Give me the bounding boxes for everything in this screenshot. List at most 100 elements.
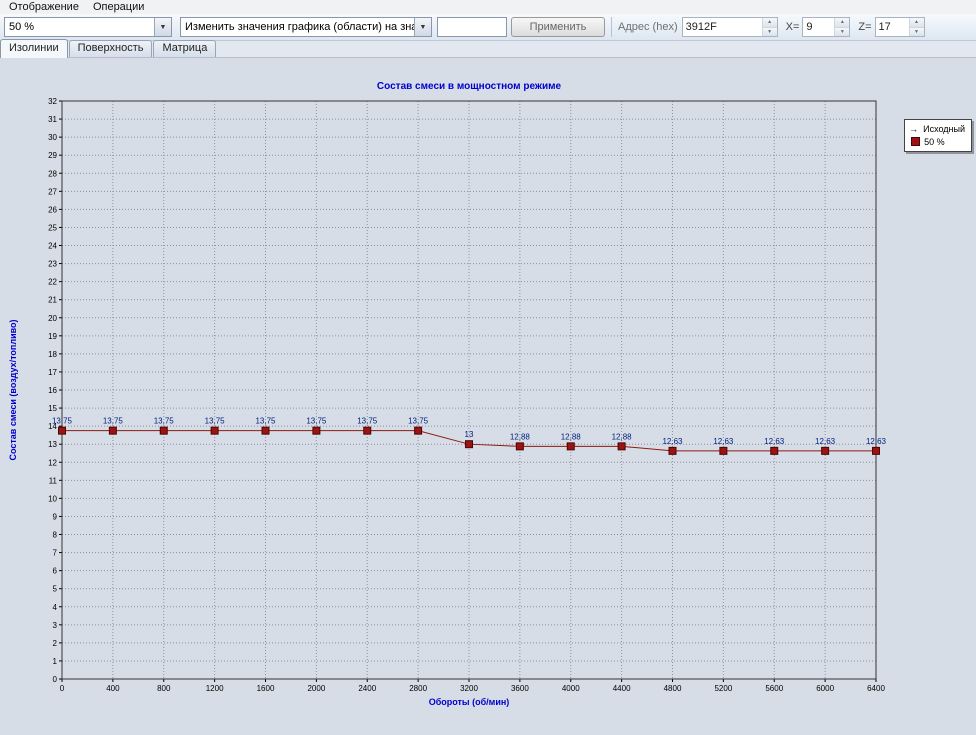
- data-point-label: 12,63: [764, 437, 785, 446]
- x-spinner[interactable]: ▲▼: [834, 18, 849, 36]
- chart-canvas[interactable]: 0400800120016002000240028003200360040004…: [0, 58, 976, 735]
- y-tick-label: 3: [53, 621, 58, 630]
- y-tick-label: 26: [48, 205, 57, 214]
- spin-down-icon[interactable]: ▼: [763, 28, 777, 37]
- menu-operations[interactable]: Операции: [86, 1, 151, 13]
- x-tick-label: 2000: [307, 684, 325, 693]
- chart-region: 0400800120016002000240028003200360040004…: [0, 58, 976, 735]
- y-tick-label: 13: [48, 440, 57, 449]
- y-tick-label: 2: [53, 639, 58, 648]
- square-marker-icon: [911, 137, 920, 146]
- y-tick-label: 21: [48, 296, 57, 305]
- percent-select[interactable]: 50 % ▼: [4, 17, 172, 37]
- data-point-label: 13,75: [103, 417, 124, 426]
- tab-surface[interactable]: Поверхность: [69, 40, 153, 57]
- x-tick-label: 3200: [460, 684, 478, 693]
- data-point-label: 13,75: [306, 417, 327, 426]
- z-spinner[interactable]: ▲▼: [909, 18, 924, 36]
- data-point[interactable]: [160, 427, 167, 434]
- spin-down-icon[interactable]: ▼: [910, 28, 924, 37]
- x-tick-label: 800: [157, 684, 171, 693]
- data-point[interactable]: [313, 427, 320, 434]
- x-tick-label: 0: [60, 684, 65, 693]
- data-point-label: 12,63: [866, 437, 887, 446]
- data-point-label: 12,88: [510, 432, 531, 441]
- data-point[interactable]: [618, 443, 625, 450]
- tabstrip: Изолинии Поверхность Матрица: [0, 41, 976, 58]
- data-point-label: 13,75: [205, 417, 226, 426]
- data-point-label: 13,75: [52, 417, 73, 426]
- data-point[interactable]: [364, 427, 371, 434]
- legend-item-50pct: 50 %: [909, 135, 965, 148]
- toolbar: 50 % ▼ Изменить значения графика (област…: [0, 14, 976, 41]
- data-point[interactable]: [59, 427, 66, 434]
- spin-up-icon[interactable]: ▲: [763, 18, 777, 28]
- data-point[interactable]: [516, 443, 523, 450]
- data-point-label: 12,63: [713, 437, 734, 446]
- y-tick-label: 24: [48, 242, 57, 251]
- menu-view[interactable]: Отображение: [2, 1, 86, 13]
- data-point[interactable]: [567, 443, 574, 450]
- data-point-label: 13,75: [357, 417, 378, 426]
- y-tick-label: 10: [48, 494, 57, 503]
- x-tick-label: 1600: [257, 684, 275, 693]
- x-axis-label: Обороты (об/мин): [429, 697, 510, 707]
- x-label: X=: [786, 21, 800, 33]
- address-field[interactable]: 3912F ▲▼: [682, 17, 778, 37]
- y-tick-label: 5: [53, 585, 58, 594]
- legend-item-original: → Исходный: [909, 122, 965, 135]
- data-point-label: 12,63: [662, 437, 683, 446]
- y-tick-label: 22: [48, 278, 57, 287]
- z-field[interactable]: 17 ▲▼: [875, 17, 925, 37]
- x-field[interactable]: 9 ▲▼: [802, 17, 850, 37]
- x-tick-label: 1200: [206, 684, 224, 693]
- operation-select[interactable]: Изменить значения графика (области) на з…: [180, 17, 432, 37]
- y-axis-label: Состав смеси (воздух/топливо): [8, 319, 18, 460]
- data-point[interactable]: [109, 427, 116, 434]
- y-tick-label: 30: [48, 133, 57, 142]
- tab-isolines[interactable]: Изолинии: [0, 39, 68, 58]
- apply-button[interactable]: Применить: [511, 17, 605, 37]
- spin-up-icon[interactable]: ▲: [835, 18, 849, 28]
- data-point[interactable]: [720, 447, 727, 454]
- address-value: 3912F: [683, 18, 762, 36]
- data-point-label: 12,63: [815, 437, 836, 446]
- data-point[interactable]: [873, 447, 880, 454]
- data-point[interactable]: [822, 447, 829, 454]
- x-value: 9: [803, 18, 834, 36]
- data-point[interactable]: [771, 447, 778, 454]
- x-tick-label: 5600: [765, 684, 783, 693]
- x-tick-label: 4000: [562, 684, 580, 693]
- data-point-label: 13,75: [255, 417, 276, 426]
- x-tick-label: 2800: [409, 684, 427, 693]
- legend-label: Исходный: [923, 124, 965, 134]
- tab-matrix[interactable]: Матрица: [153, 40, 216, 57]
- z-value: 17: [876, 18, 909, 36]
- x-tick-label: 400: [106, 684, 120, 693]
- address-spinner[interactable]: ▲▼: [762, 18, 777, 36]
- y-tick-label: 16: [48, 386, 57, 395]
- data-point[interactable]: [415, 427, 422, 434]
- data-point[interactable]: [211, 427, 218, 434]
- y-tick-label: 12: [48, 458, 57, 467]
- y-tick-label: 29: [48, 151, 57, 160]
- spin-down-icon[interactable]: ▼: [835, 28, 849, 37]
- x-tick-label: 5200: [714, 684, 732, 693]
- data-point[interactable]: [669, 447, 676, 454]
- legend-label: 50 %: [924, 137, 945, 147]
- value-input[interactable]: [437, 17, 507, 37]
- data-point[interactable]: [466, 441, 473, 448]
- x-tick-label: 6400: [867, 684, 885, 693]
- y-tick-label: 20: [48, 314, 57, 323]
- x-tick-label: 4400: [613, 684, 631, 693]
- y-tick-label: 17: [48, 368, 57, 377]
- percent-select-value: 50 %: [5, 21, 154, 33]
- data-point[interactable]: [262, 427, 269, 434]
- spin-up-icon[interactable]: ▲: [910, 18, 924, 28]
- y-tick-label: 8: [53, 531, 58, 540]
- chevron-down-icon[interactable]: ▼: [414, 18, 431, 36]
- chevron-down-icon[interactable]: ▼: [154, 18, 171, 36]
- y-tick-label: 25: [48, 223, 57, 232]
- y-tick-label: 4: [53, 603, 58, 612]
- x-tick-label: 2400: [358, 684, 376, 693]
